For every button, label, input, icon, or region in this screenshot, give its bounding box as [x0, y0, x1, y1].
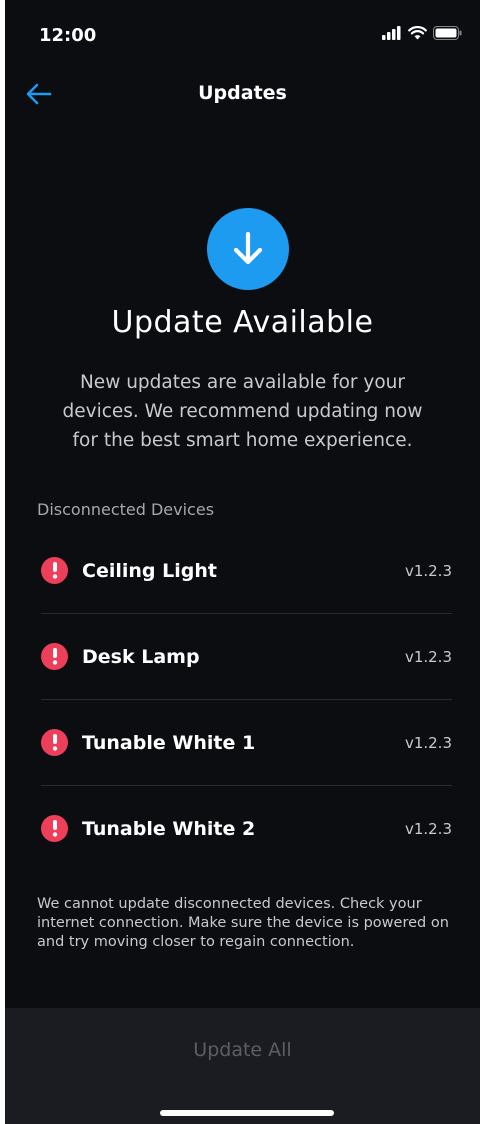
- disconnected-note: We cannot update disconnected devices. C…: [37, 896, 449, 950]
- device-name: Tunable White 2: [82, 817, 256, 840]
- status-bar: 12:00: [5, 0, 480, 70]
- signal-icon: [382, 26, 401, 40]
- status-icons: [382, 26, 462, 40]
- battery-icon: [433, 26, 462, 40]
- navigation-bar: Updates: [5, 70, 480, 120]
- update-title: Update Available: [111, 305, 374, 340]
- status-time: 12:00: [39, 25, 97, 46]
- update-all-button[interactable]: Update All: [5, 1038, 480, 1062]
- device-version: v1.2.3: [404, 819, 452, 838]
- section-label: Disconnected Devices: [37, 500, 215, 519]
- list-item[interactable]: Desk Lamp v1.2.3: [41, 614, 452, 700]
- device-name: Desk Lamp: [82, 645, 200, 668]
- list-item[interactable]: Tunable White 2 v1.2.3: [41, 786, 452, 871]
- wifi-icon: [408, 26, 427, 40]
- device-name: Tunable White 1: [82, 731, 256, 754]
- alert-icon: [41, 557, 68, 584]
- app-screen: 12:00 Updates Update Available New updat…: [5, 0, 480, 1124]
- alert-icon: [41, 643, 68, 670]
- alert-icon: [41, 815, 68, 842]
- download-arrow-icon: [233, 231, 263, 265]
- device-list: Ceiling Light v1.2.3 Desk Lamp v1.2.3 Tu…: [41, 528, 452, 871]
- page-title: Updates: [198, 82, 287, 104]
- update-description: New updates are available for your devic…: [62, 372, 423, 451]
- device-version: v1.2.3: [404, 647, 452, 666]
- list-item[interactable]: Ceiling Light v1.2.3: [41, 528, 452, 614]
- list-item[interactable]: Tunable White 1 v1.2.3: [41, 700, 452, 786]
- device-version: v1.2.3: [404, 561, 452, 580]
- device-name: Ceiling Light: [82, 559, 217, 582]
- device-version: v1.2.3: [404, 733, 452, 752]
- update-badge: [207, 208, 289, 290]
- alert-icon: [41, 729, 68, 756]
- home-indicator[interactable]: [160, 1110, 334, 1116]
- bottom-panel: Update All: [5, 1008, 480, 1124]
